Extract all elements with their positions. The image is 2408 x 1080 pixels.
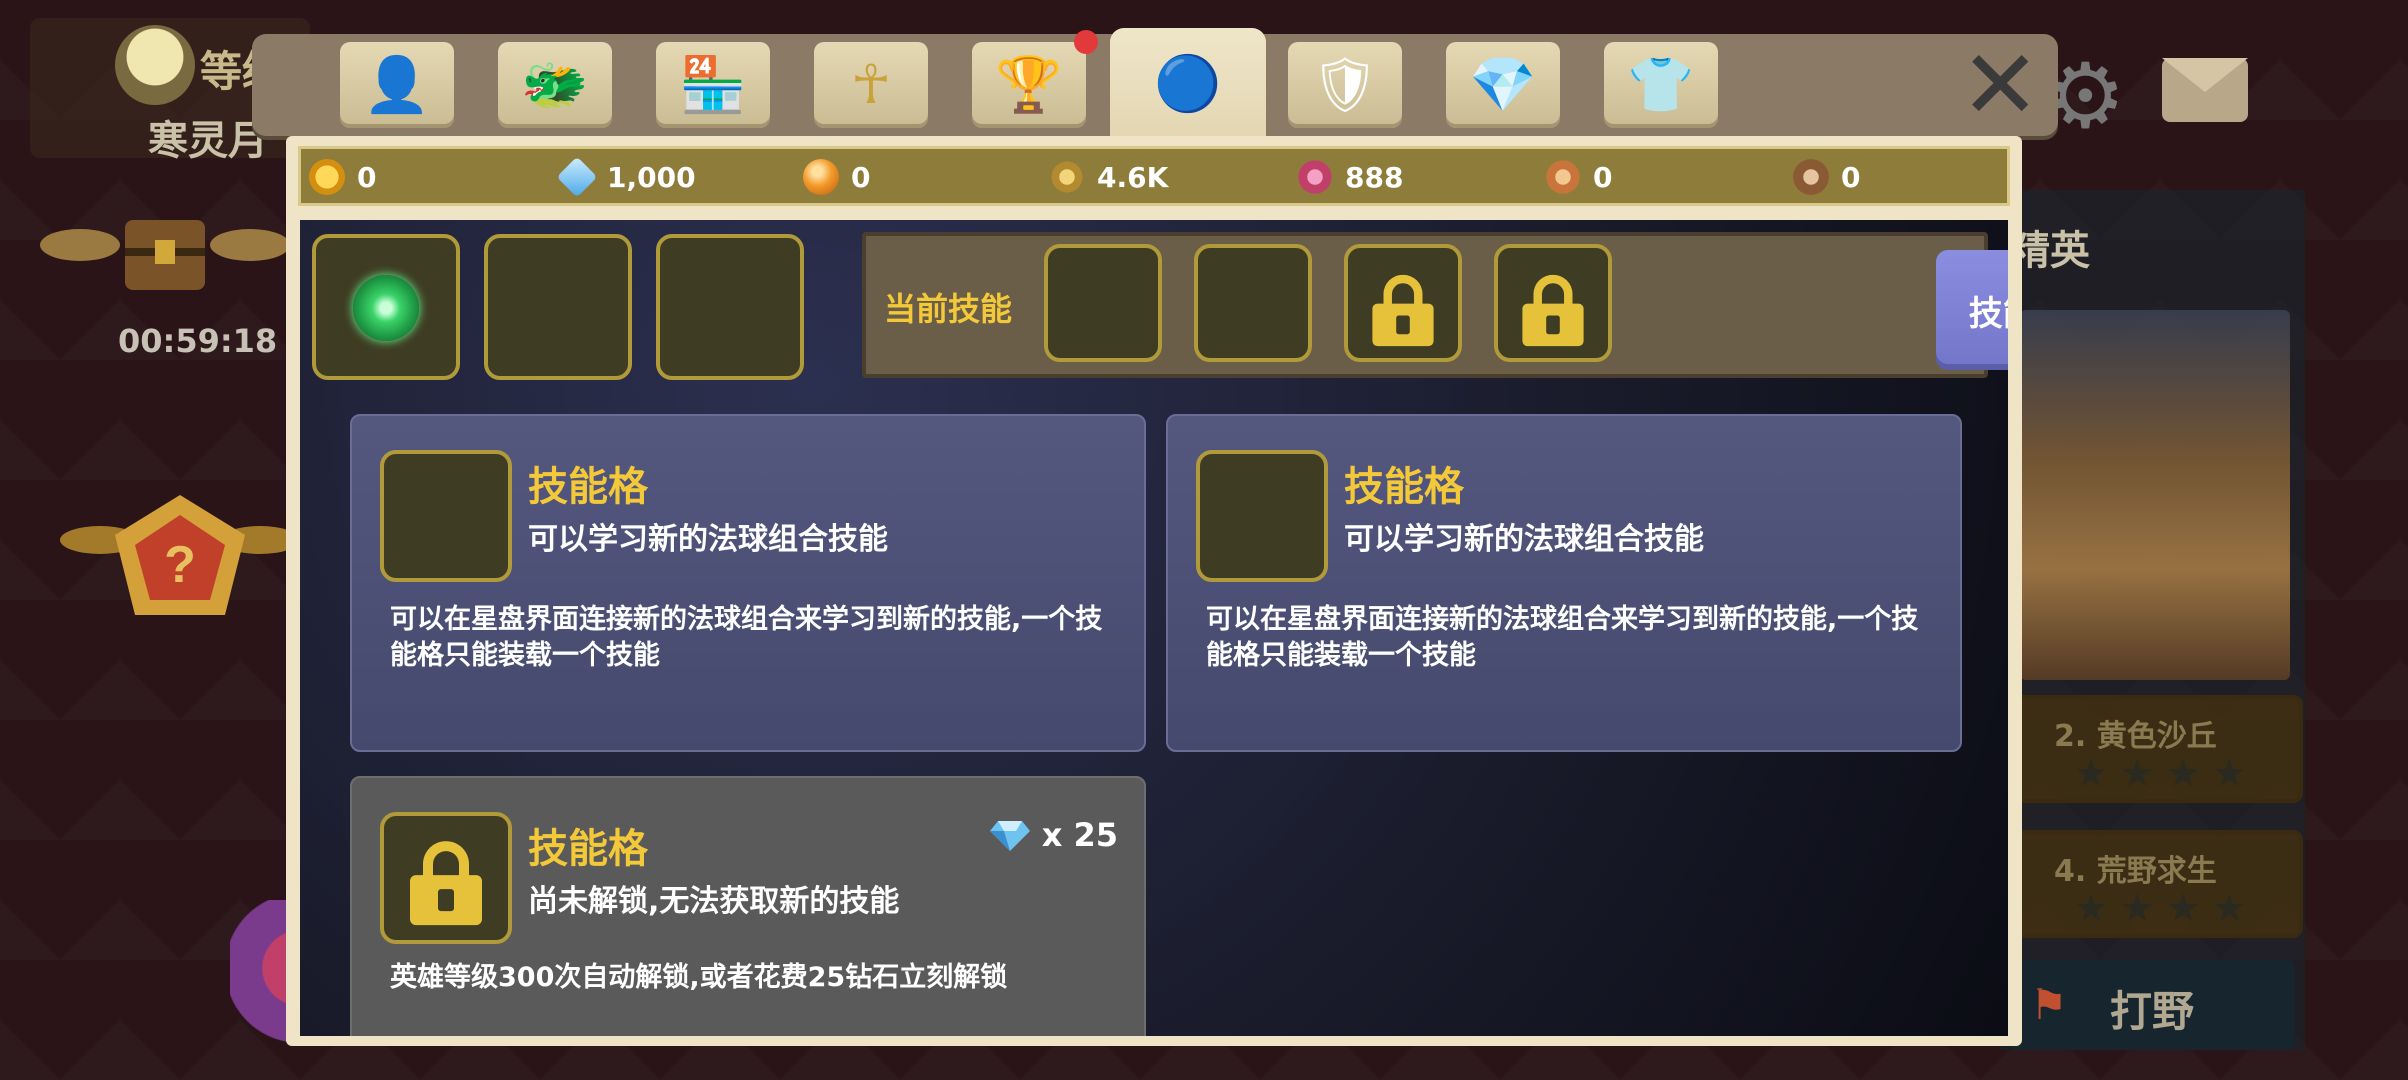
currency-diamond: 1,000	[556, 156, 696, 198]
trophy-icon: 🏆	[995, 53, 1063, 116]
tab-trophy[interactable]: 🏆	[972, 30, 1098, 128]
currency-value: 0	[1841, 160, 1861, 194]
stage-stars: ★★★★	[2074, 886, 2259, 930]
orb-icon: 🔵	[1154, 52, 1222, 115]
close-icon[interactable]: ✕	[1960, 37, 2040, 133]
gold-coin-icon	[309, 159, 345, 195]
green-orb-icon	[353, 275, 419, 341]
gem-icon: 💎	[1469, 53, 1537, 116]
armor-icon: 🛡	[1310, 53, 1380, 116]
shop-icon: 🏪	[679, 53, 747, 116]
orb-slot[interactable]	[656, 234, 804, 380]
skill-slot[interactable]	[1194, 244, 1312, 362]
card-subtitle: 可以学习新的法球组合技能	[528, 522, 888, 557]
svg-text:?: ?	[164, 536, 196, 594]
skill-slot[interactable]	[1044, 244, 1162, 362]
lock-icon	[410, 841, 482, 926]
tab-outfit[interactable]: 👕	[1604, 42, 1718, 128]
treasure-chest-icon	[40, 220, 290, 290]
currency-value: 4.6K	[1097, 160, 1169, 194]
diamond-icon	[989, 821, 1030, 851]
orb-slot[interactable]	[484, 234, 632, 380]
card-description: 英雄等级300次自动解锁,或者花费25钻石立刻解锁	[390, 962, 1008, 993]
pink-gem-icon	[1297, 159, 1333, 195]
currency-value: 0	[851, 160, 871, 194]
unlock-cost-value: x 25	[1041, 816, 1118, 854]
card-description: 可以在星盘界面连接新的法球组合来学习到新的技能,一个技能格只能装载一个技能	[390, 604, 1103, 671]
currency-value: 0	[1593, 160, 1613, 194]
stage-stars: ★★★★	[2074, 751, 2259, 795]
player-avatar	[115, 25, 195, 105]
skill-slot-locked	[380, 812, 512, 944]
skill-tree-button[interactable]: 技能/星图	[1936, 250, 2008, 370]
tab-ankh[interactable]: ☥	[814, 42, 928, 128]
card-subtitle: 尚未解锁,无法获取新的技能	[528, 884, 900, 919]
fox-icon	[1545, 159, 1581, 195]
tab-bar: 👤 🐲 🏪 ☥ 🏆 🔵 🛡 💎 👕	[252, 28, 2058, 140]
shirt-icon: 👕	[1627, 53, 1695, 116]
skill-slot-locked[interactable]	[1494, 244, 1612, 362]
stage-card[interactable]: 2. 黄色沙丘 ★★★★	[2010, 695, 2303, 803]
orange-orb-icon	[803, 159, 839, 195]
stage-card[interactable]: 4. 荒野求生 ★★★★	[2010, 830, 2303, 938]
orb-slot[interactable]	[312, 234, 460, 380]
stage-title: 2. 黄色沙丘	[2054, 719, 2217, 754]
currency-value: 1,000	[607, 160, 696, 194]
mystery-badge-icon: ?	[60, 495, 300, 615]
skill-slot-card[interactable]: 技能格 可以学习新的法球组合技能 可以在星盘界面连接新的法球组合来学习到新的技能…	[350, 414, 1146, 752]
skill-slot-locked[interactable]	[1344, 244, 1462, 362]
diamond-icon	[556, 156, 598, 198]
dust-icon	[1049, 159, 1085, 195]
unlock-cost[interactable]: x 25	[989, 816, 1118, 854]
horned-helmet-icon: 🐲	[521, 53, 589, 116]
chest-timer: 00:59:18	[118, 322, 278, 360]
currency-gold: 0	[309, 159, 376, 195]
currency-fox: 0	[1545, 159, 1612, 195]
tab-shop[interactable]: 🏪	[656, 42, 770, 128]
notification-badge	[1074, 30, 1098, 54]
mail-icon[interactable]	[2162, 58, 2248, 122]
lock-icon	[1372, 274, 1434, 347]
person-icon: 👤	[363, 53, 431, 116]
flag-icon: ⚑	[2030, 980, 2068, 1029]
player-name: 寒灵月	[148, 118, 268, 164]
currency-star-dust: 4.6K	[1049, 159, 1168, 195]
stage-title: 4. 荒野求生	[2054, 854, 2217, 889]
skill-slot-card[interactable]: 技能格 可以学习新的法球组合技能 可以在星盘界面连接新的法球组合来学习到新的技能…	[1166, 414, 1962, 752]
lock-icon	[1522, 274, 1584, 347]
hunt-button-label: 打野	[2110, 987, 2195, 1036]
card-subtitle: 可以学习新的法球组合技能	[1344, 522, 1704, 557]
tab-gem[interactable]: 💎	[1446, 42, 1560, 128]
current-skills-bar: 当前技能 技能/星图	[862, 232, 2008, 378]
skill-slot	[1196, 450, 1328, 582]
tab-armor[interactable]: 🛡	[1288, 42, 1402, 128]
currency-bear: 0	[1793, 159, 1860, 195]
card-title: 技能格	[528, 464, 648, 510]
bear-icon	[1793, 159, 1829, 195]
ankh-icon: ☥	[850, 53, 892, 116]
currency-value: 888	[1345, 160, 1404, 194]
current-skills-label: 当前技能	[884, 290, 1013, 328]
tab-hero[interactable]: 🐲	[498, 42, 612, 128]
locked-skill-slot-card[interactable]: 技能格 尚未解锁,无法获取新的技能 x 25 英雄等级300次自动解锁,或者花费…	[350, 776, 1146, 1036]
currency-pink-gem: 888	[1297, 159, 1403, 195]
tab-orb[interactable]: 🔵	[1110, 28, 1266, 140]
tab-profile[interactable]: 👤	[340, 42, 454, 128]
currency-bar: 0 1,000 0 4.6K 888 0 0	[298, 146, 2010, 206]
card-title: 技能格	[1344, 464, 1464, 510]
elite-title: 精英	[2010, 228, 2090, 274]
card-description: 可以在星盘界面连接新的法球组合来学习到新的技能,一个技能格只能装载一个技能	[1206, 604, 1919, 671]
skill-content-area: 当前技能 技能/星图 技能格 可以学习新的法球组合技能 可以在星盘界面连接新的法…	[300, 220, 2008, 1036]
skill-slot	[380, 450, 512, 582]
currency-orb: 0	[803, 159, 870, 195]
desert-stage-image	[2020, 310, 2290, 680]
currency-value: 0	[357, 160, 377, 194]
hunt-button[interactable]: ⚑ 打野	[2010, 960, 2295, 1050]
card-title: 技能格	[528, 826, 648, 872]
